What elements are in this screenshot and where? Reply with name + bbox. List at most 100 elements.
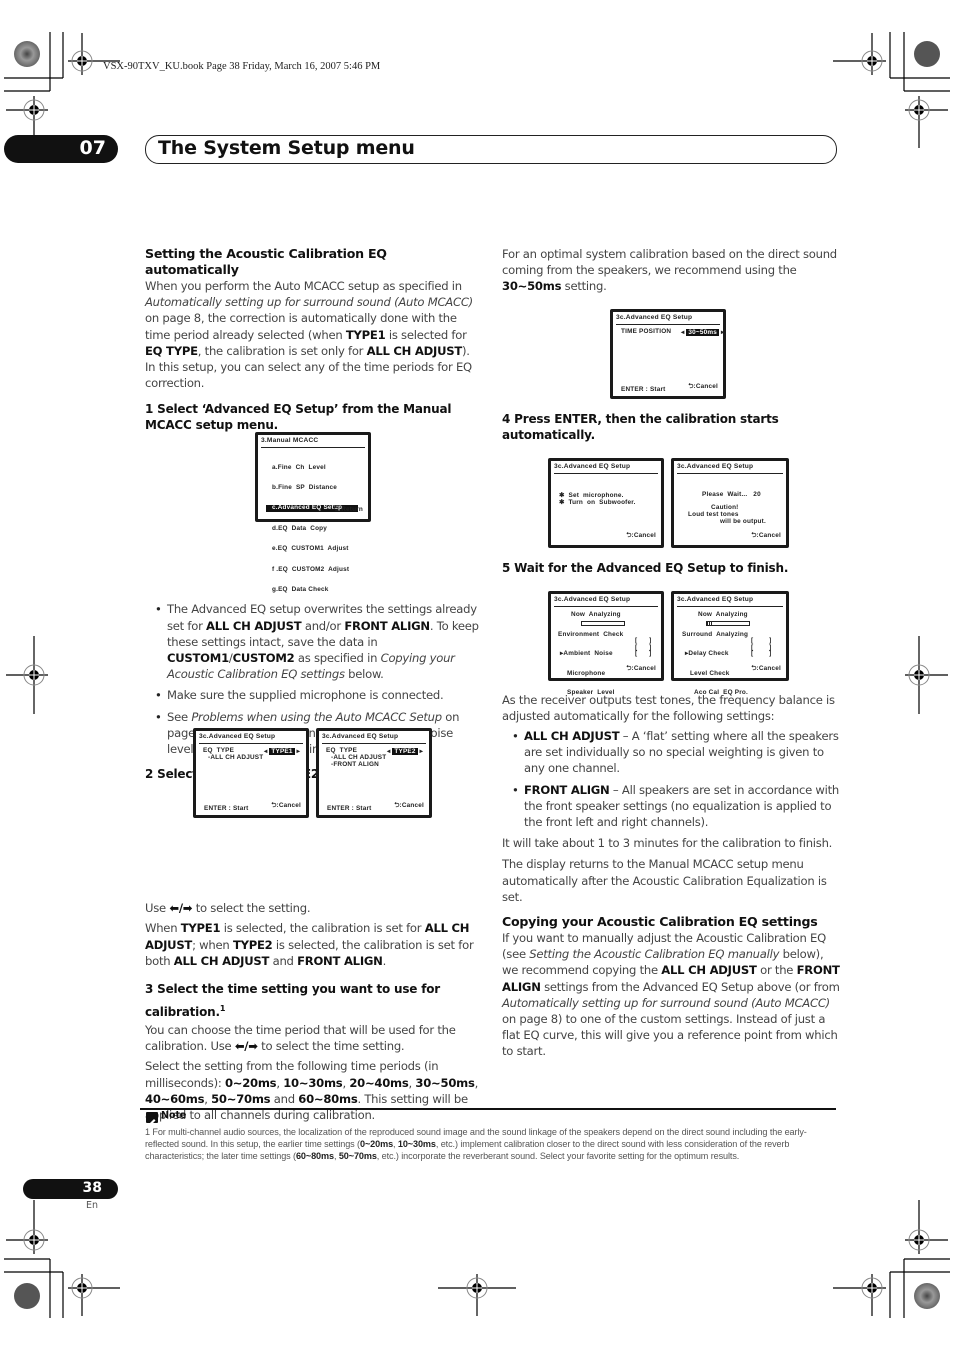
instruction-line: ✱ Turn on Subwoofer. xyxy=(559,499,636,506)
intro-paragraph: When you perform the Auto MCACC setup as… xyxy=(145,279,473,391)
settings-bullets: ALL CH ADJUST – A ‘flat’ setting where a… xyxy=(502,728,840,830)
chapter-number: 07 xyxy=(79,137,106,159)
page-language: En xyxy=(86,1200,99,1211)
menu-item: b.Fine SP Distance xyxy=(272,483,337,491)
screen-type2: 3c.Advanced EQ Setup EQ TYPE ◂ TYPE2 ▸ -… xyxy=(316,728,432,818)
bullet-all-ch-adjust: ALL CH ADJUST – A ‘flat’ setting where a… xyxy=(512,728,840,777)
screen-title: 3c.Advanced EQ Setup xyxy=(616,314,693,321)
menu-list: a.Fine Ch Level b.Fine SP Distance c.Adv… xyxy=(266,451,358,607)
step-1: 1 Select ‘Advanced EQ Setup’ from the Ma… xyxy=(145,402,452,433)
returns-text: The display returns to the Manual MCACC … xyxy=(502,857,827,904)
cancel-label: ⮌:Cancel xyxy=(394,802,424,809)
pencil-note-icon xyxy=(146,1112,158,1126)
bullet-microphone: Make sure the supplied microphone is con… xyxy=(155,687,483,703)
time-periods-text: Select the setting from the following ti… xyxy=(145,1059,479,1123)
cancel-label: ⮌:Cancel xyxy=(271,802,301,809)
check-item: Level Check xyxy=(690,669,730,677)
screen-environment-check: 3c.Advanced EQ Setup Now Analyzing Envir… xyxy=(548,591,664,696)
screen-title: 3c.Advanced EQ Setup xyxy=(199,733,276,740)
menu-item: d.EQ Data Copy xyxy=(272,524,328,532)
eq-type-label: EQ TYPE xyxy=(203,747,235,754)
section-label: Surround Analyzing xyxy=(682,631,749,638)
menu-item: a.Fine Ch Level xyxy=(272,463,326,471)
duration-text: It will take about 1 to 3 minutes for th… xyxy=(502,836,833,851)
note-divider xyxy=(140,1108,836,1110)
screen-surround-analyzing: 3c.Advanced EQ Setup Now Analyzing Surro… xyxy=(671,591,789,696)
bullet-front-align: FRONT ALIGN – All speakers are set in ac… xyxy=(512,782,840,831)
section-heading-copying: Copying your Acoustic Calibration EQ set… xyxy=(502,914,818,930)
test-tones-text: As the receiver outputs test tones, the … xyxy=(502,692,835,723)
caution-text: Loud test tones xyxy=(688,511,739,518)
screen-title: 3.Manual MCACC xyxy=(261,437,319,444)
analysis-progress-bar xyxy=(581,621,625,626)
screen-title: 3c.Advanced EQ Setup xyxy=(677,596,754,603)
sub-option: -FRONT ALIGN xyxy=(331,761,379,768)
page-number: 38 xyxy=(82,1180,102,1196)
cancel-label: ⮌:Cancel xyxy=(751,665,781,672)
chapter-title-box: The System Setup menu xyxy=(145,135,837,164)
check-item: ▸Delay Check xyxy=(685,650,729,657)
choose-time-text: You can choose the time period that will… xyxy=(145,1023,456,1054)
caution-label: Caution! xyxy=(711,504,739,511)
bullet-overwrite: The Advanced EQ setup overwrites the set… xyxy=(155,601,483,682)
step-5: 5 Wait for the Advanced EQ Setup to fini… xyxy=(502,560,789,575)
screen-time-position: 3c.Advanced EQ Setup TIME POSITION ◂ 30~… xyxy=(610,309,726,399)
wait-countdown: Please Wait... 20 xyxy=(702,491,761,498)
eq-type-selector: ◂ TYPE2 ▸ xyxy=(387,748,424,755)
check-item: Aco Cal EQ Pro. xyxy=(694,689,748,696)
arrow-keys-icon: ⬅/➡ xyxy=(169,901,193,916)
sub-option: -ALL CH ADJUST xyxy=(208,754,264,761)
screen-title: 3c.Advanced EQ Setup xyxy=(554,596,631,603)
screen-set-microphone: 3c.Advanced EQ Setup ✱ Set microphone. ✱… xyxy=(548,458,664,548)
time-position-label: TIME POSITION xyxy=(621,328,672,335)
cancel-label: ⮌:Cancel xyxy=(688,383,718,390)
check-brackets: [ ][ ][ ] xyxy=(635,637,652,657)
section-heading-auto-eq: Setting the Acoustic Calibration EQ auto… xyxy=(145,246,387,277)
enter-start-label: ENTER : Start xyxy=(327,805,372,812)
menu-item: g.EQ Data Check xyxy=(272,585,329,593)
use-arrows-text: Use ⬅/➡ to select the setting. xyxy=(145,901,311,916)
cancel-label: ⮌:Cancel xyxy=(751,532,781,539)
analyzing-status: Now Analyzing xyxy=(571,611,621,618)
left-column: Setting the Acoustic Calibration EQ auto… xyxy=(145,246,483,1123)
screen-type1: 3c.Advanced EQ Setup EQ TYPE ◂ TYPE1 ▸ -… xyxy=(193,728,309,818)
footnote-1: 1 For multi-channel audio sources, the l… xyxy=(145,1127,807,1161)
caution-text: will be output. xyxy=(720,518,766,525)
check-list: ▸Ambient Noise Microphone Speaker Level xyxy=(560,638,615,710)
cancel-label: ⮌:Cancel xyxy=(626,532,656,539)
analysis-progress-bar xyxy=(706,621,750,626)
section-label: Environment Check xyxy=(558,631,624,638)
optimal-text: For an optimal system calibration based … xyxy=(502,247,837,294)
enter-start-label: ENTER : Start xyxy=(204,805,249,812)
screen-title: 3c.Advanced EQ Setup xyxy=(677,463,754,470)
screen-title: 3c.Advanced EQ Setup xyxy=(322,733,399,740)
check-item: Microphone xyxy=(567,669,606,677)
page-number-badge: 38 xyxy=(23,1179,118,1199)
screen-manual-mcacc: 3.Manual MCACC a.Fine Ch Level b.Fine SP… xyxy=(255,432,371,593)
note-label: Note xyxy=(161,1110,187,1121)
step-4: 4 Press ENTER, then the calibration star… xyxy=(502,411,779,442)
chapter-number-badge: 07 xyxy=(4,135,118,163)
enter-start-label: ENTER : Start xyxy=(621,386,666,393)
menu-item: f .EQ CUSTOM2 Adjust xyxy=(272,565,350,573)
screen-title: 3c.Advanced EQ Setup xyxy=(554,463,631,470)
step-3: 3 Select the time setting you want to us… xyxy=(145,982,441,1020)
sub-option: -ALL CH ADJUST xyxy=(331,754,387,761)
arrow-keys-icon: ⬅/➡ xyxy=(234,1039,258,1054)
check-item: Speaker Level xyxy=(567,689,615,696)
return-label: ⮌:Return xyxy=(333,506,363,513)
chapter-title: The System Setup menu xyxy=(158,137,415,159)
screen-please-wait: 3c.Advanced EQ Setup Please Wait... 20 C… xyxy=(671,458,789,548)
type-explanation: When TYPE1 is selected, the calibration … xyxy=(145,921,474,968)
eq-type-selector: ◂ TYPE1 ▸ xyxy=(264,748,301,755)
menu-item: e.EQ CUSTOM1 Adjust xyxy=(272,545,349,553)
cancel-label: ⮌:Cancel xyxy=(626,665,656,672)
time-position-selector: ◂ 30~50ms ▸ xyxy=(681,329,725,336)
copying-text: If you want to manually adjust the Acous… xyxy=(502,931,840,1059)
check-list: ▸Delay Check Level Check Aco Cal EQ Pro. xyxy=(685,638,748,710)
check-item: ▸Ambient Noise xyxy=(560,650,613,657)
analyzing-status: Now Analyzing xyxy=(698,611,748,618)
eq-type-label: EQ TYPE xyxy=(326,747,358,754)
check-brackets: [ ][ ][ ] xyxy=(751,637,772,657)
file-header: VSX-90TXV_KU.book Page 38 Friday, March … xyxy=(103,61,381,72)
